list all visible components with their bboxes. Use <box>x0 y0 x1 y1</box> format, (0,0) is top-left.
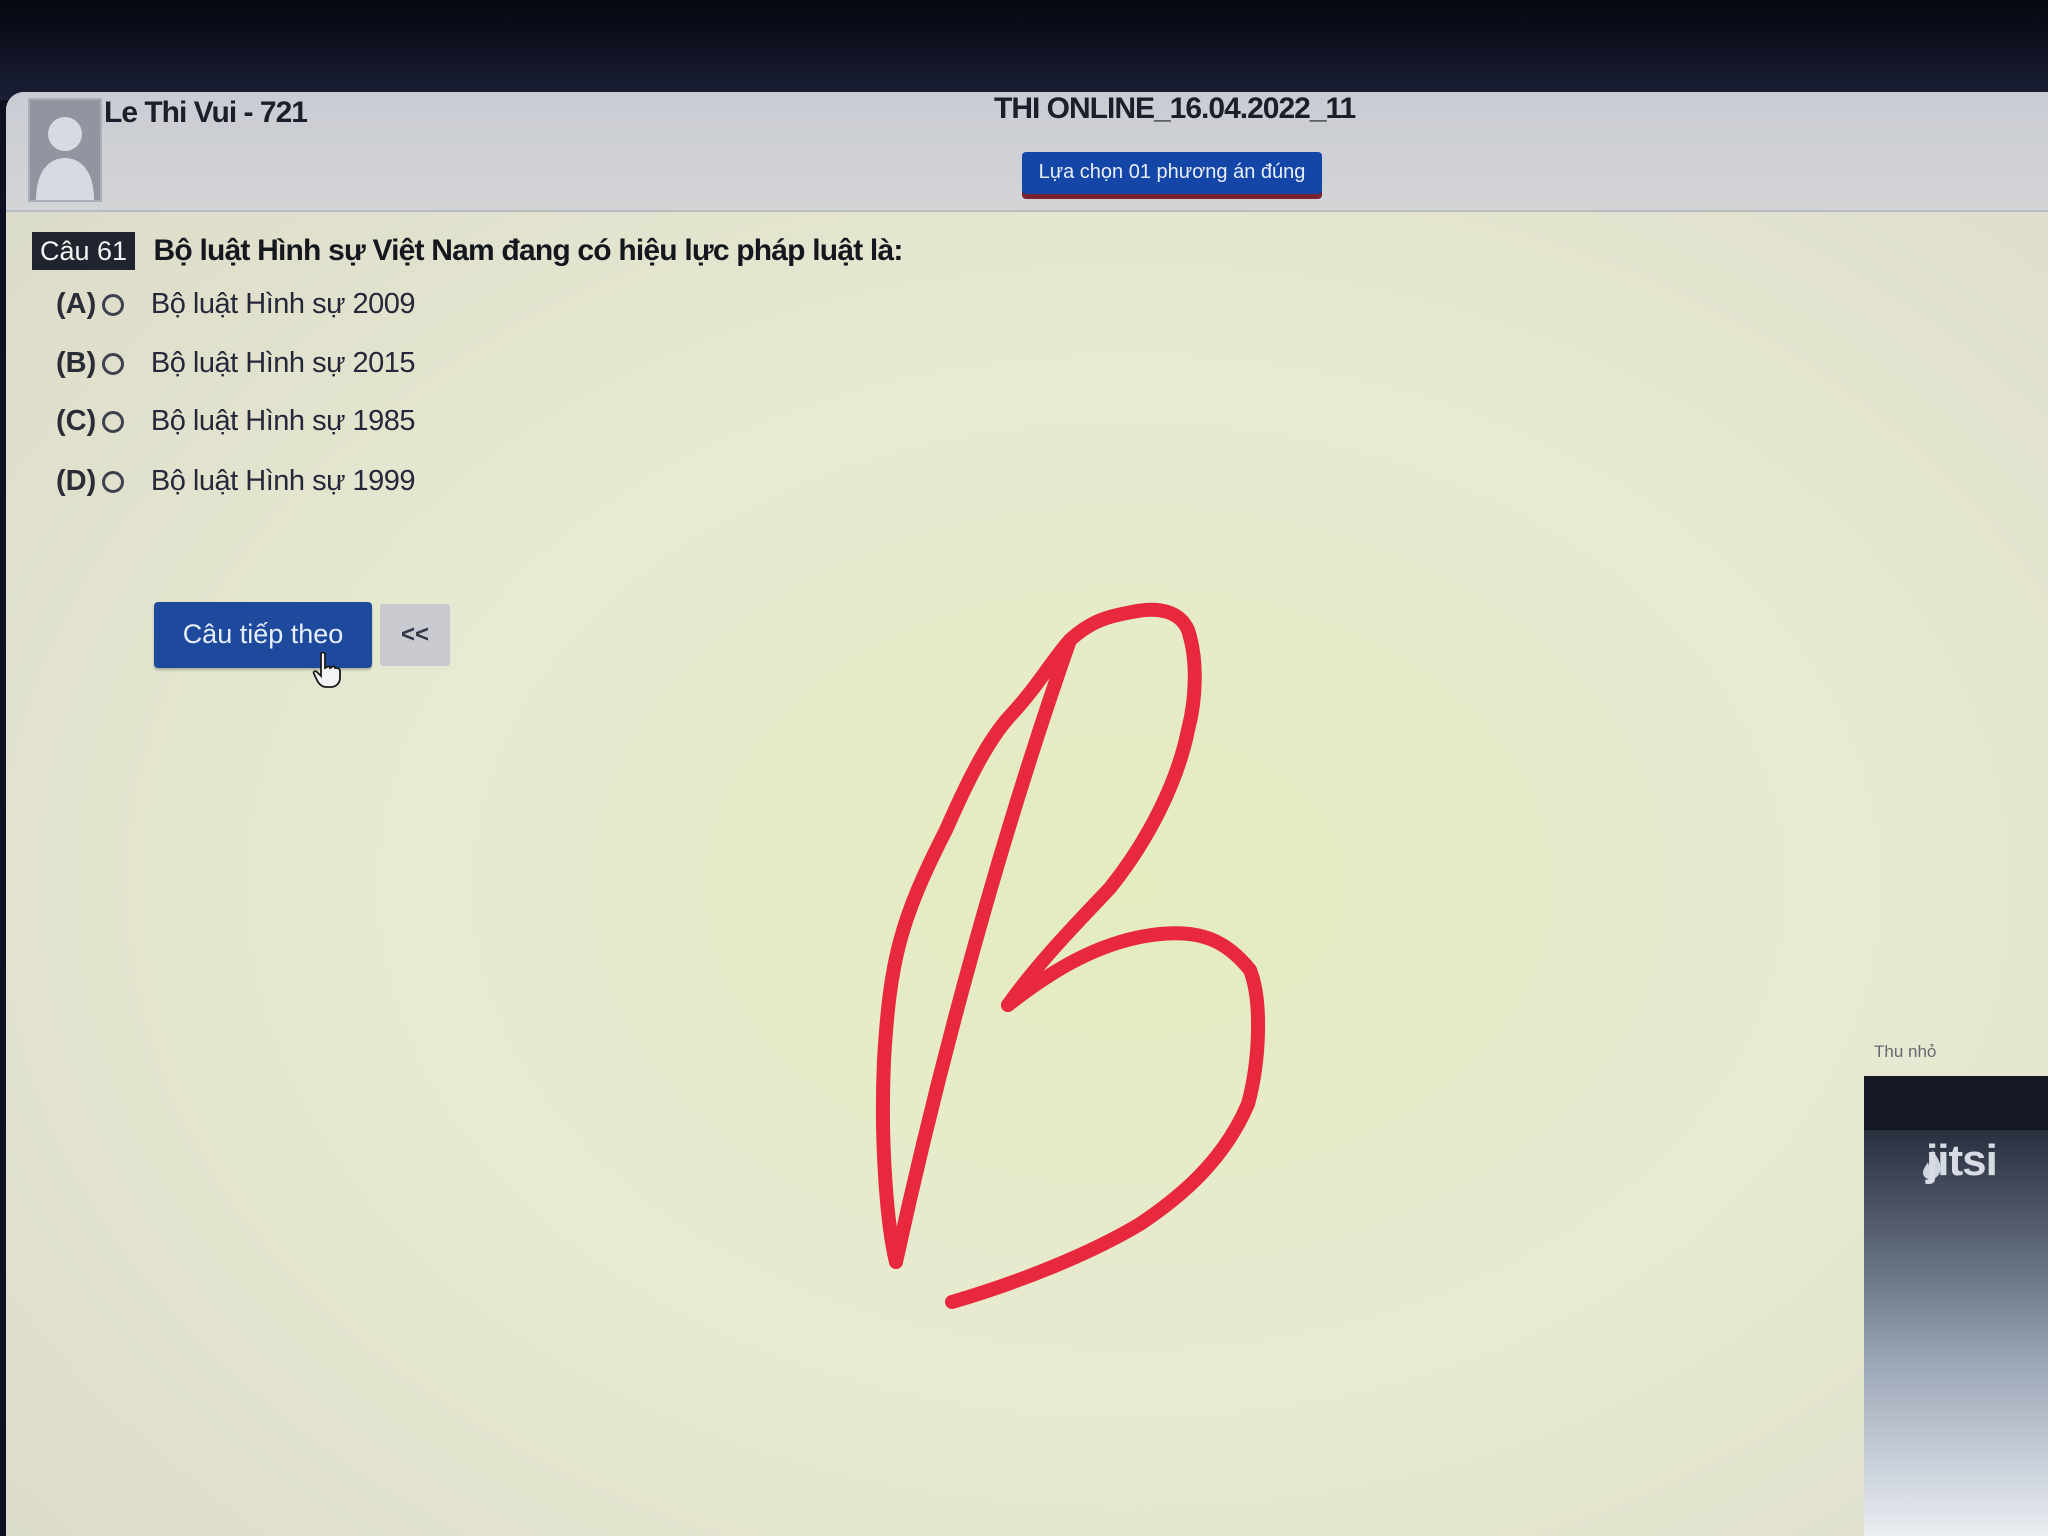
video-topbar <box>1864 1076 2048 1130</box>
exam-title: THI ONLINE_16.04.2022_11 <box>994 92 1356 125</box>
exam-screen: Le Thi Vui - 721 THI ONLINE_16.04.2022_1… <box>6 92 2048 1536</box>
jitsi-video-panel[interactable]: jitsi <box>1864 1076 2048 1536</box>
jitsi-logo: jitsi <box>1926 1136 1998 1185</box>
hand-cursor-icon <box>312 652 341 688</box>
option-letter: (B) <box>56 347 97 379</box>
option-c-radio[interactable] <box>102 410 125 433</box>
option-b[interactable]: (B) Bộ luật Hình sự 2015 <box>56 347 416 391</box>
option-text[interactable]: Bộ luật Hình sự 2015 <box>151 347 416 380</box>
option-text[interactable]: Bộ luật Hình sự 1999 <box>151 465 416 498</box>
option-d-radio[interactable] <box>102 470 125 493</box>
avatar-placeholder-icon <box>28 98 102 202</box>
option-d[interactable]: (D) Bộ luật Hình sự 1999 <box>56 465 416 509</box>
monitor-bezel <box>0 0 2048 100</box>
option-c[interactable]: (C) Bộ luật Hình sự 1985 <box>56 405 416 449</box>
question-text: Bộ luật Hình sự Việt Nam đang có hiệu lự… <box>153 234 904 267</box>
question-number: Câu 61 <box>32 232 136 270</box>
option-b-radio[interactable] <box>102 352 125 375</box>
option-text[interactable]: Bộ luật Hình sự 1985 <box>151 405 416 438</box>
option-letter: (A) <box>56 288 97 320</box>
option-a-radio[interactable] <box>102 293 125 316</box>
user-name: Le Thi Vui - 721 <box>104 96 308 129</box>
option-letter: (C) <box>56 405 97 437</box>
exam-header: Le Thi Vui - 721 THI ONLINE_16.04.2022_1… <box>6 92 2048 212</box>
instruction-badge: Lựa chọn 01 phương án đúng <box>1022 152 1322 194</box>
minimize-video-link[interactable]: Thu nhỏ <box>1874 1042 1936 1062</box>
option-a[interactable]: (A) Bộ luật Hình sự 2009 <box>56 288 416 332</box>
question-header: Câu 61 Bộ luật Hình sự Việt Nam đang có … <box>32 232 903 278</box>
option-letter: (D) <box>56 465 97 497</box>
previous-question-button[interactable]: << <box>380 604 450 666</box>
option-text[interactable]: Bộ luật Hình sự 2009 <box>151 288 416 321</box>
